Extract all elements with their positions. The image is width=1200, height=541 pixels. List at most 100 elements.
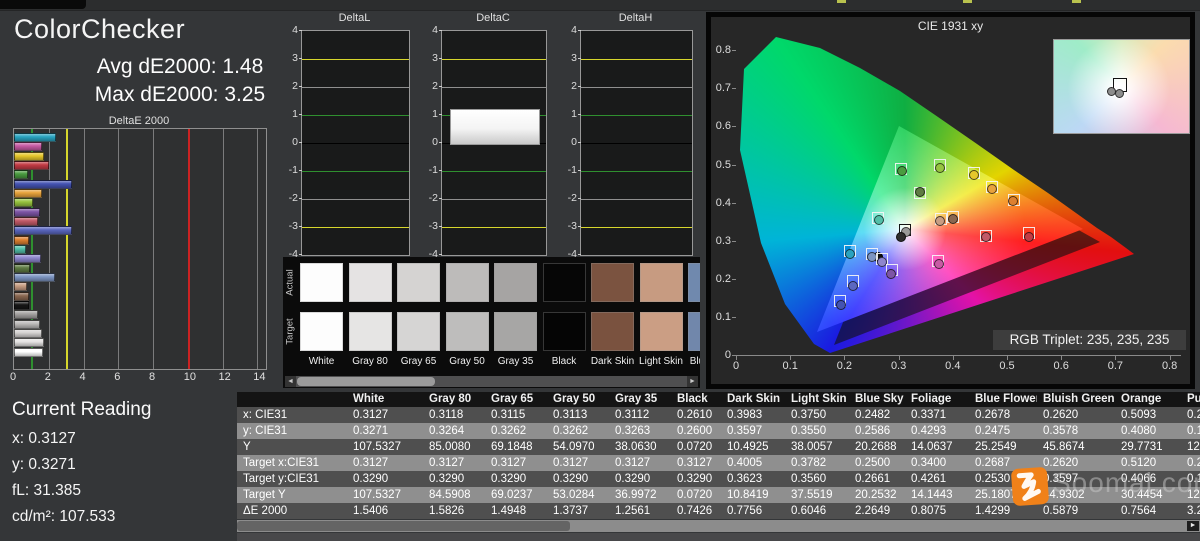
deltae-bar-orange: [14, 235, 30, 245]
measured-dot-magenta: [933, 259, 944, 270]
reference-line: [302, 59, 409, 60]
table-cell: 0.4080: [1121, 425, 1157, 437]
table-cell: 0.3290: [429, 473, 465, 485]
gridline: [153, 129, 155, 369]
y-tick: [299, 142, 302, 143]
row-label: ΔE 2000: [243, 505, 288, 517]
y-tick-label: 1: [571, 108, 577, 120]
deltae-bar-yellow: [14, 151, 44, 161]
y-tick: [732, 278, 736, 280]
y-tick: [439, 254, 442, 255]
y-tick-label: 1: [292, 108, 298, 120]
table-cell: 36.9972: [615, 489, 657, 501]
table-row: Y 107.5327 85.0080 69.1848 54.0970 38.0630 0.0…: [237, 439, 1200, 455]
deltae-bar-white: [14, 347, 43, 357]
table-cell: 0.5093: [1121, 409, 1157, 421]
table-cell: 1.5826: [429, 505, 465, 517]
column-header: Blue Sky: [855, 393, 904, 405]
table-row: y: CIE31 0.3271 0.3264 0.3262 0.3262 0.3263 0.…: [237, 423, 1200, 439]
top-mark: [963, 0, 972, 3]
table-hscrollbar[interactable]: ►: [237, 520, 1200, 532]
x-tick-label: 4: [79, 371, 86, 383]
table-cell: 0.3560: [791, 473, 827, 485]
swatch-row-label-target: Target: [284, 318, 296, 345]
y-tick-label: 2: [432, 80, 438, 92]
table-cell: 0.6046: [791, 505, 827, 517]
x-tick-label: 0.6: [1053, 360, 1069, 372]
swatch-label: Light Skin: [639, 356, 683, 367]
table-hscrollbar-thumb[interactable]: [237, 521, 570, 531]
table-cell: 0.3550: [791, 425, 827, 437]
y-tick: [578, 30, 581, 31]
y-tick-label: 4: [292, 24, 298, 36]
table-row: ΔE 2000 1.5406 1.5826 1.4948 1.3737 1.2561 0.7…: [237, 503, 1200, 519]
swatch-scroll-right-icon[interactable]: ►: [687, 376, 698, 387]
table-scroll-right-icon[interactable]: ►: [1187, 521, 1199, 531]
swatch-target-gray-35: [494, 312, 537, 351]
y-tick-label: 4: [571, 24, 577, 36]
y-tick: [578, 226, 581, 227]
table-cell: 0.3263: [615, 425, 651, 437]
deltaH-chart: [580, 30, 693, 256]
reference-line: [442, 227, 546, 228]
table-cell: 0.2600: [677, 425, 713, 437]
table-cell: 0.3290: [677, 473, 713, 485]
deltaC-chart: [441, 30, 547, 256]
table-header-row: White Gray 80 Gray 65 Gray 50 Gray 35 Black Da…: [237, 392, 1200, 407]
y-tick: [578, 170, 581, 171]
y-tick: [299, 30, 302, 31]
table-cell: 0.5879: [1043, 505, 1079, 517]
table-cell: 0.2678: [975, 409, 1011, 421]
swatch-actual-gray-35: [494, 263, 537, 302]
swatch-scroll-left-icon[interactable]: ◄: [285, 376, 296, 387]
x-tick-label: 2: [44, 371, 51, 383]
table-cell: 38.0630: [615, 441, 657, 453]
rgb-triplet-label: RGB Triplet: 235, 235, 235: [993, 330, 1186, 350]
y-tick-label: -1: [567, 164, 577, 176]
page-title: ColorChecker: [14, 14, 186, 44]
y-tick-label: 0.6: [715, 120, 731, 133]
deltaH-title: DeltaH: [618, 12, 653, 24]
y-tick: [732, 50, 736, 52]
y-tick: [578, 58, 581, 59]
reference-line: [581, 115, 692, 116]
reference-line: [442, 171, 546, 172]
swatch-label: Gray 35: [497, 356, 534, 367]
y-tick: [439, 86, 442, 87]
column-header: Bluish Green: [1043, 393, 1115, 405]
y-tick-label: 3: [432, 52, 438, 64]
y-tick: [578, 142, 581, 143]
y-tick: [732, 88, 736, 90]
swatch-actual-light-skin: [639, 263, 683, 302]
y-tick: [299, 114, 302, 115]
table-cell: 1.4948: [491, 505, 527, 517]
deltae-bar-gray-80: [14, 338, 44, 348]
x-tick-label: 0.4: [945, 360, 961, 372]
reference-line: [581, 171, 692, 172]
table-cell: 1.4299: [975, 505, 1011, 517]
deltae-bar-gray-50: [14, 319, 40, 329]
swatch-hscrollbar[interactable]: ◄ ►: [285, 376, 698, 387]
table-cell: 0.3750: [791, 409, 827, 421]
y-tick-label: 0.1: [715, 310, 731, 323]
row-label: Target x:CIE31: [243, 457, 320, 469]
y-tick-label: 0.7: [715, 82, 731, 95]
swatch-hscrollbar-thumb[interactable]: [297, 377, 435, 386]
y-tick-label: 4: [432, 24, 438, 36]
table-cell: 107.5327: [353, 441, 401, 453]
top-band: [0, 0, 1200, 11]
table-cell: 0.3290: [553, 473, 589, 485]
column-header: Gray 65: [491, 393, 534, 405]
table-cell: 0.3127: [353, 409, 389, 421]
reading-fl: fL: 31.385: [12, 482, 81, 499]
deltaL-chart: [301, 30, 410, 256]
swatch-label: Gray 65: [400, 356, 437, 367]
swatch-actual-gray-50: [445, 263, 489, 302]
reference-line: [442, 59, 546, 60]
table-cell: 1.5406: [353, 505, 389, 517]
measured-dot-yellow: [968, 170, 979, 181]
reading-cdm2: cd/m²: 107.533: [12, 508, 116, 525]
column-header: Orange: [1121, 393, 1162, 405]
measurement-table: White Gray 80 Gray 65 Gray 50 Gray 35 Black Da…: [237, 392, 1200, 519]
table-cell: 0.3262: [491, 425, 527, 437]
